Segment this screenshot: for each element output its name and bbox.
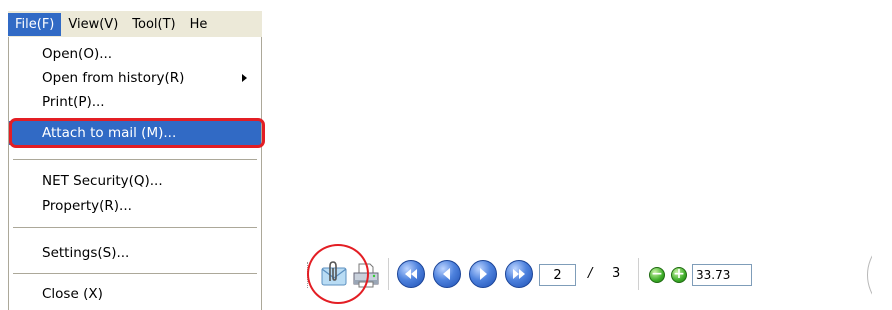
menu-bar: File(F) View(V) Tool(T) He (8, 11, 262, 37)
first-page-button[interactable] (397, 260, 427, 290)
menu-item-open-from-history[interactable]: Open from history(R) (9, 66, 261, 90)
menu-tool[interactable]: Tool(T) (125, 13, 182, 36)
previous-page-button[interactable] (433, 260, 463, 290)
menu-item-attach-to-mail[interactable]: Attach to mail (M)... (9, 121, 261, 145)
page-number-input[interactable] (539, 264, 576, 286)
menu-item-label: Open from history(R) (42, 70, 185, 86)
menu-view[interactable]: View(V) (61, 13, 125, 36)
next-page-button[interactable] (469, 260, 499, 290)
menu-item-property[interactable]: Property(R)... (9, 194, 261, 218)
attach-mail-icon (321, 261, 347, 286)
page-separator: / (588, 266, 593, 281)
toolbar: / 3 − + (302, 244, 872, 306)
submenu-arrow-icon (242, 74, 247, 82)
toolbar-grip[interactable] (307, 262, 310, 288)
previous-page-icon (433, 260, 461, 288)
menu-item-open[interactable]: Open(O)... (9, 42, 261, 66)
zoom-out-icon: − (651, 266, 663, 282)
zoom-input[interactable] (692, 264, 752, 286)
last-page-button[interactable] (505, 260, 535, 290)
toolbar-separator (638, 258, 639, 290)
last-page-icon (505, 260, 533, 288)
zoom-out-button[interactable]: − (649, 267, 665, 283)
file-menu-dropdown: Open(O)... Open from history(R) Print(P)… (8, 37, 265, 310)
menu-item-net-security[interactable]: NET Security(Q)... (9, 169, 261, 193)
menu-help[interactable]: He (183, 13, 215, 36)
menu-separator (13, 159, 257, 160)
menu-separator (13, 227, 257, 228)
print-button[interactable] (351, 260, 381, 290)
first-page-icon (397, 260, 425, 288)
print-icon (353, 263, 379, 288)
page-total: 3 (612, 266, 621, 281)
toolbar-separator (388, 258, 389, 290)
zoom-in-icon: + (673, 266, 685, 282)
menu-separator (13, 273, 257, 274)
menu-file[interactable]: File(F) (8, 12, 62, 36)
menu-item-settings[interactable]: Settings(S)... (9, 241, 261, 265)
menu-item-close[interactable]: Close (X) (9, 282, 261, 306)
magnifier-overlay (867, 244, 872, 306)
zoom-in-button[interactable]: + (671, 267, 687, 283)
menu-item-print[interactable]: Print(P)... (9, 90, 261, 114)
attach-mail-button[interactable] (319, 260, 349, 290)
next-page-icon (469, 260, 497, 288)
